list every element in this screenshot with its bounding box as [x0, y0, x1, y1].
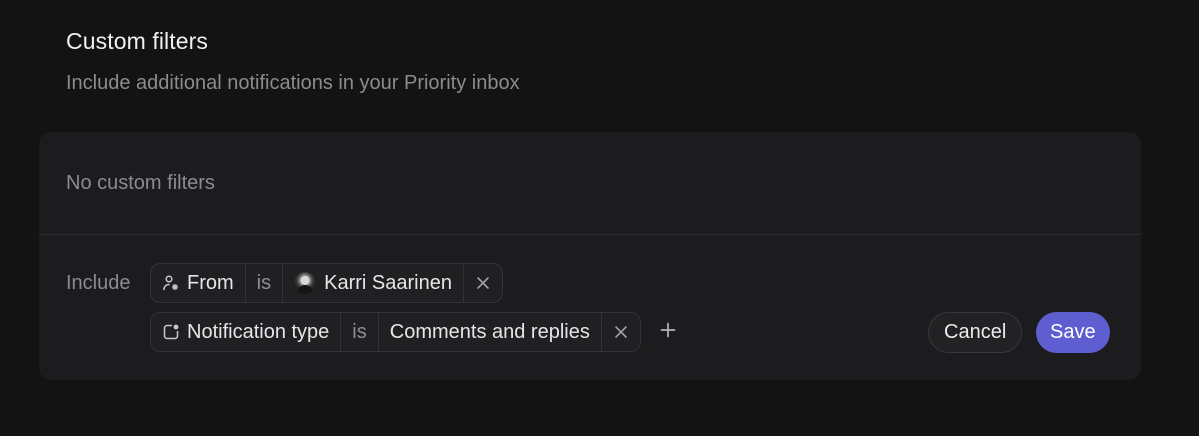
filter-row: From is Karri Saarinen	[150, 263, 503, 303]
section-subtitle: Include additional notifications in your…	[66, 72, 520, 94]
filter-row: Notification type is Comments and replie…	[150, 312, 678, 352]
cancel-button[interactable]: Cancel	[928, 312, 1023, 353]
person-icon	[162, 274, 180, 292]
filter-value-button[interactable]: Comments and replies	[377, 313, 601, 351]
filter-field-label: From	[187, 271, 234, 294]
add-filter-button[interactable]	[658, 322, 678, 342]
filter-field-label: Notification type	[187, 320, 330, 343]
remove-filter-button[interactable]	[462, 264, 502, 302]
avatar	[294, 272, 317, 294]
filter-value-label: Karri Saarinen	[324, 271, 452, 294]
divider	[39, 234, 1141, 235]
filters-card: No custom filters Include From is Karri …	[39, 132, 1141, 380]
filter-value-button[interactable]: Karri Saarinen	[282, 264, 463, 302]
custom-filters-page: Custom filters Include additional notifi…	[0, 0, 1199, 436]
close-icon	[614, 325, 628, 339]
remove-filter-button[interactable]	[600, 313, 640, 351]
notification-icon	[162, 323, 180, 341]
filter-chip: From is Karri Saarinen	[150, 263, 503, 303]
plus-icon	[660, 322, 676, 343]
section-title: Custom filters	[66, 28, 208, 54]
save-button[interactable]: Save	[1036, 312, 1110, 353]
close-icon	[476, 276, 490, 290]
filter-operator-button[interactable]: is	[244, 264, 282, 302]
filter-field-button[interactable]: Notification type	[151, 313, 340, 351]
empty-state-text: No custom filters	[66, 172, 215, 194]
filter-field-button[interactable]: From	[151, 264, 245, 302]
filter-chip: Notification type is Comments and replie…	[150, 312, 641, 352]
filter-operator-button[interactable]: is	[340, 313, 377, 351]
include-label: Include	[66, 272, 131, 294]
